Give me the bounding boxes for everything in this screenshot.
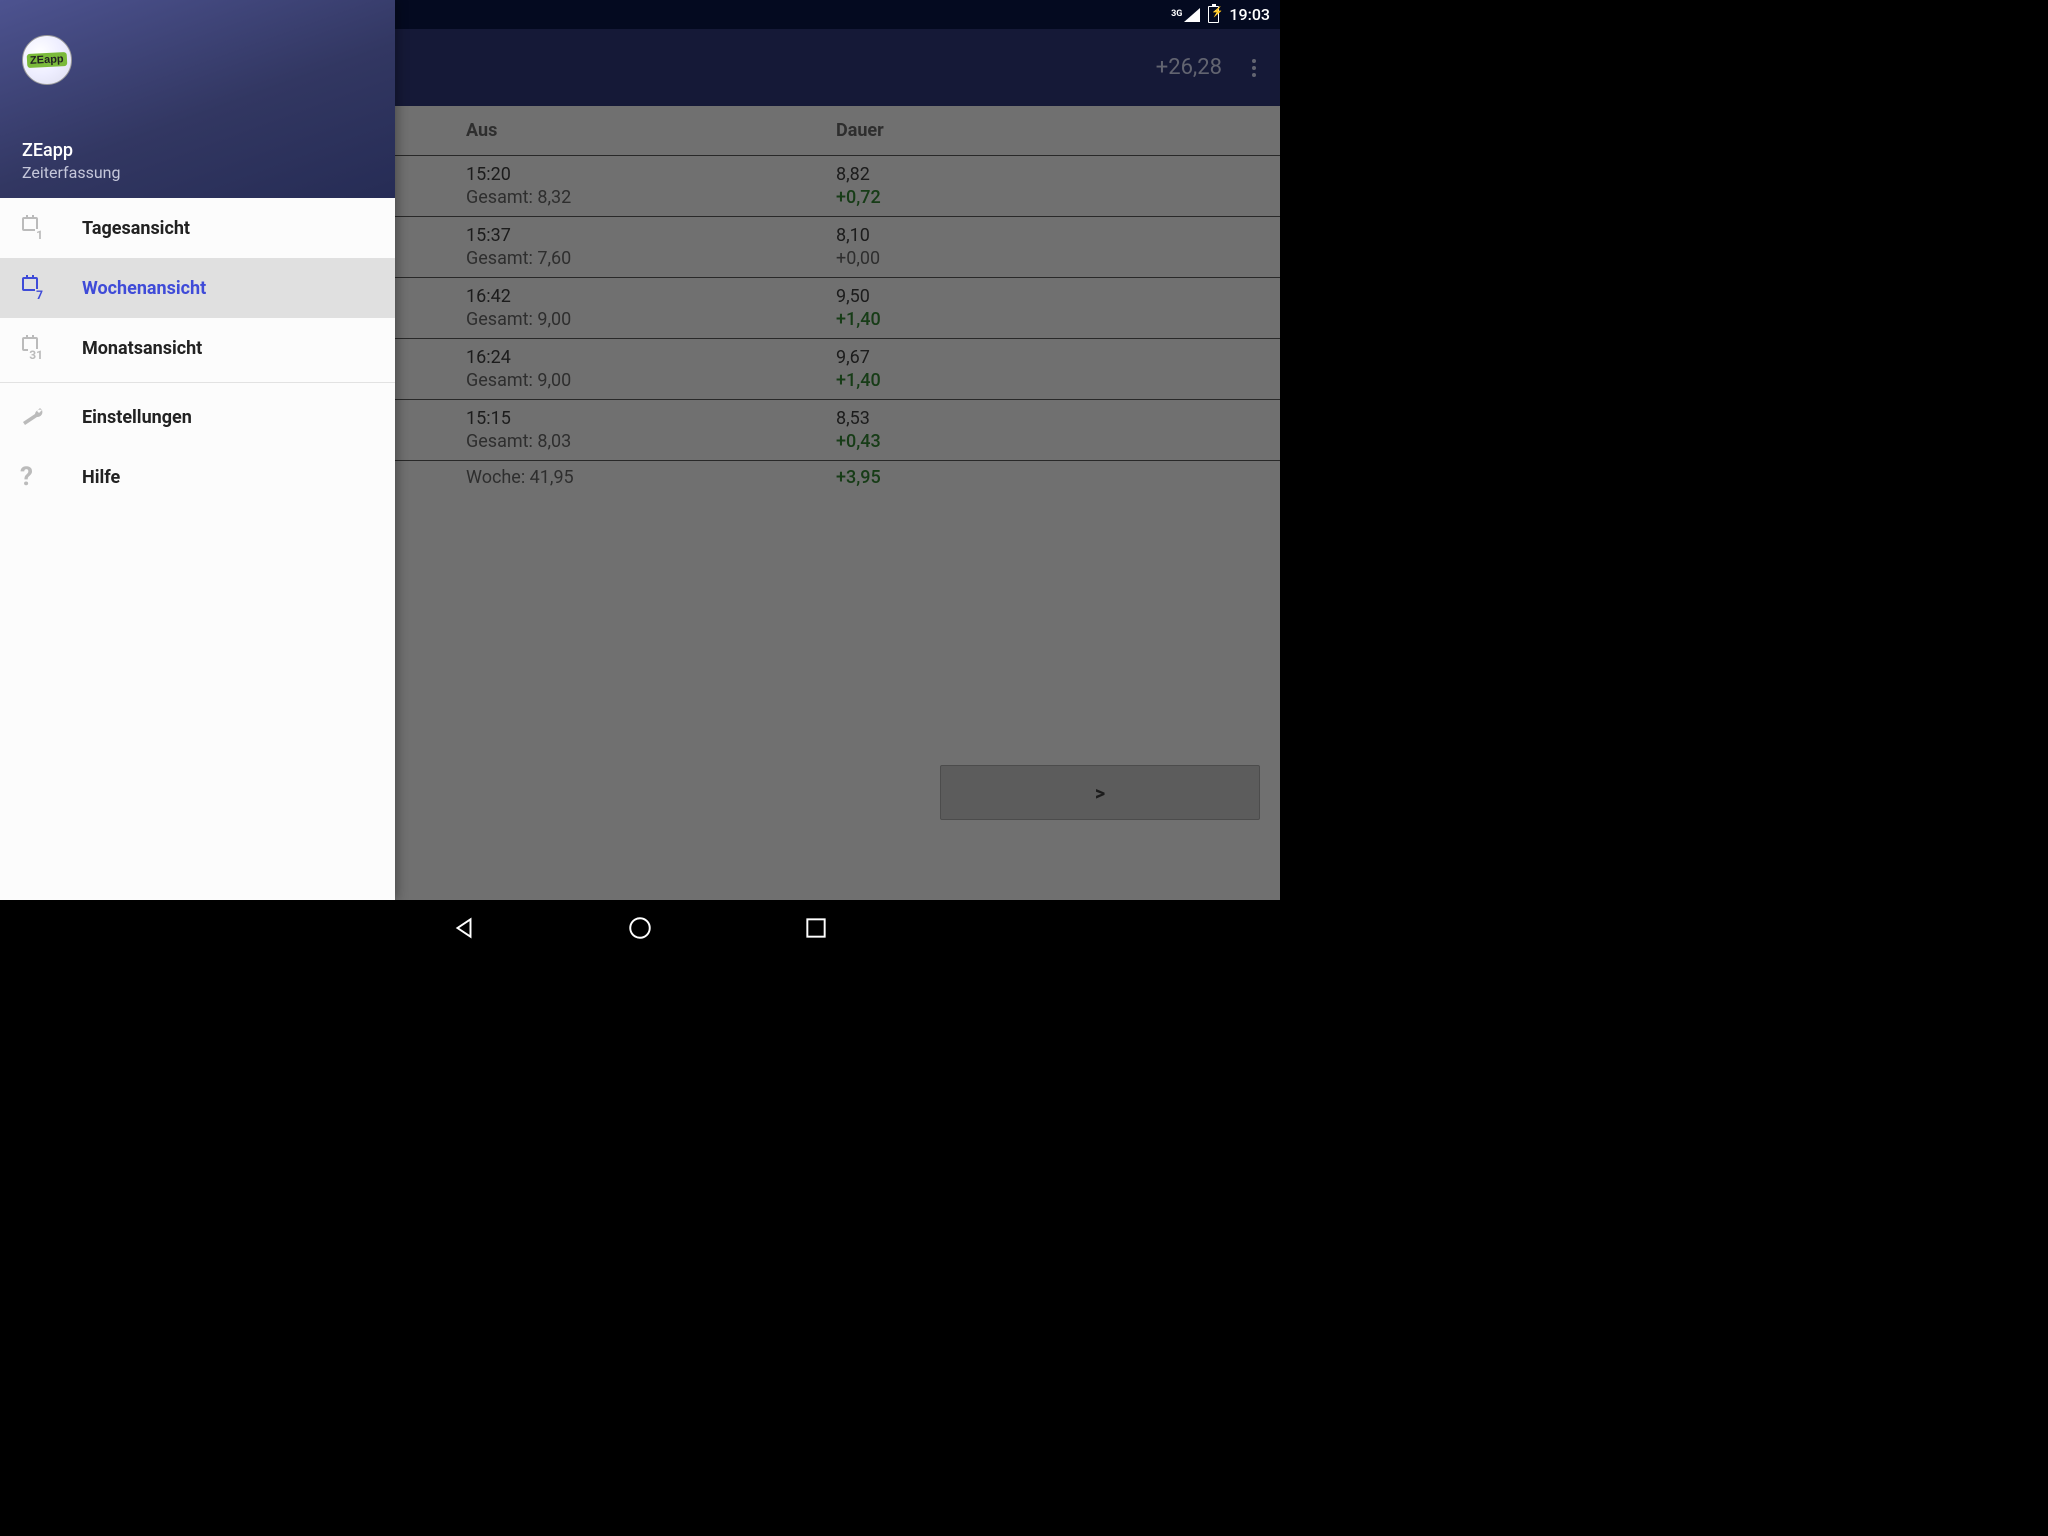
drawer-item-label: Monatsansicht	[82, 338, 202, 359]
drawer-item-tagesansicht[interactable]: 1Tagesansicht	[0, 198, 395, 258]
calendar-icon: 7	[20, 277, 82, 299]
calendar-icon: 31	[20, 337, 82, 359]
signal-icon	[1184, 8, 1200, 22]
drawer-item-einstellungen[interactable]: Einstellungen	[0, 387, 395, 447]
drawer-item-label: Hilfe	[82, 467, 120, 488]
drawer-app-name: ZEapp	[22, 140, 373, 161]
question-icon: ?	[20, 464, 82, 490]
drawer-item-wochenansicht[interactable]: 7Wochenansicht	[0, 258, 395, 318]
drawer-app-subtitle: Zeiterfassung	[22, 163, 373, 182]
drawer-item-label: Tagesansicht	[82, 218, 190, 239]
nav-recent-icon[interactable]	[803, 915, 829, 945]
drawer-divider	[0, 382, 395, 383]
drawer-item-label: Wochenansicht	[82, 278, 206, 299]
battery-icon: ⚡	[1208, 6, 1219, 23]
drawer-header: ZEapp ZEapp Zeiterfassung	[0, 0, 395, 198]
network-indicator: 3G	[1171, 8, 1200, 22]
status-clock: 19:03	[1229, 5, 1270, 24]
nav-home-icon[interactable]	[627, 915, 653, 945]
drawer-item-label: Einstellungen	[82, 407, 192, 428]
app-logo: ZEapp	[22, 35, 72, 85]
nav-back-icon[interactable]	[451, 915, 477, 945]
drawer-item-hilfe[interactable]: ?Hilfe	[0, 447, 395, 507]
drawer-item-monatsansicht[interactable]: 31Monatsansicht	[0, 318, 395, 378]
calendar-icon: 1	[20, 217, 82, 239]
network-label: 3G	[1171, 10, 1182, 19]
system-nav-bar	[0, 900, 1280, 960]
navigation-drawer: ZEapp ZEapp Zeiterfassung 1Tagesansicht7…	[0, 0, 395, 900]
wrench-icon	[20, 407, 82, 427]
